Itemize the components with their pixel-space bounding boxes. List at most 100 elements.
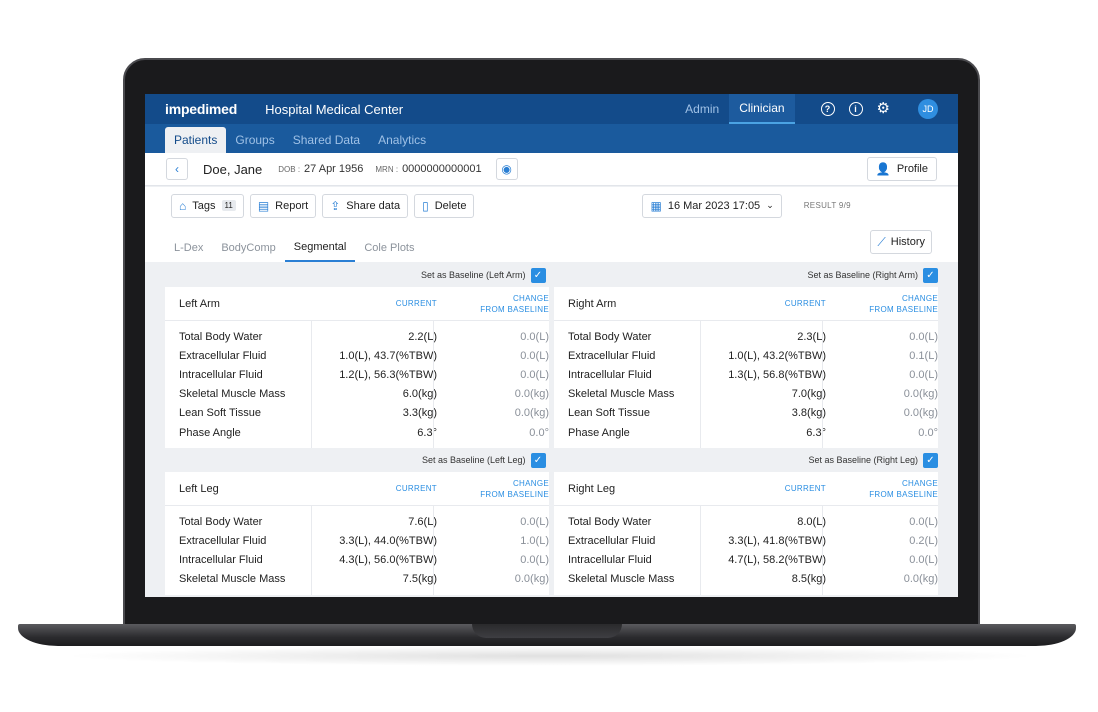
change-header-line2: FROM BASELINE: [480, 304, 549, 314]
tab-bodycomp[interactable]: BodyComp: [212, 234, 284, 262]
panel-title: Left Leg: [179, 482, 219, 495]
history-button[interactable]: ⟋ History: [870, 230, 932, 254]
measurement-row: Intracellular Fluid 4.3(L), 56.0(%TBW) 0.0…: [165, 551, 549, 570]
user-icon: 👤: [875, 162, 891, 176]
tab-cole-plots[interactable]: Cole Plots: [355, 234, 423, 262]
measurement-label: Extracellular Fluid: [179, 534, 267, 547]
measurement-label: Skeletal Muscle Mass: [568, 573, 675, 586]
measurement-change: 0.0(kg): [903, 573, 938, 586]
measurement-row: Lean Soft Tissue 3.3(kg) 0.0(kg): [165, 404, 549, 423]
panel-header: Left Arm CURRENT CHANGE FROM BASELINE: [165, 287, 549, 321]
panel-title: Left Arm: [179, 297, 220, 310]
change-header-line2: FROM BASELINE: [869, 489, 938, 499]
panel-title: Right Leg: [568, 482, 616, 495]
baseline-left-leg-checkbox[interactable]: ✓: [530, 452, 546, 468]
date-selector[interactable]: ▦ 16 Mar 2023 17:05 ⌄: [642, 193, 782, 218]
change-column-header: CHANGE FROM BASELINE: [826, 478, 938, 500]
segmental-grid: Set as Baseline (Left Arm) ✓ Set as Base…: [165, 263, 938, 595]
toggle-visibility-button[interactable]: ◉: [495, 158, 518, 180]
share-label: Share data: [346, 199, 401, 212]
delete-label: Delete: [434, 199, 467, 212]
measurement-change: 0.2(L): [909, 534, 938, 547]
tab-patients[interactable]: Patients: [165, 127, 227, 153]
measurement-label: Intracellular Fluid: [568, 554, 652, 567]
change-header-line1: CHANGE: [901, 478, 938, 488]
measurement-label: Skeletal Muscle Mass: [568, 388, 675, 401]
measurement-current: 7.0(kg): [791, 388, 826, 401]
chevron-down-icon: ⌄: [766, 200, 774, 210]
measurement-row: Intracellular Fluid 1.2(L), 56.3(%TBW) 0.0…: [165, 365, 549, 384]
measurement-label: Intracellular Fluid: [179, 554, 263, 567]
panel-title: Right Arm: [568, 297, 617, 310]
delete-button[interactable]: ▯ Delete: [414, 193, 475, 218]
report-button[interactable]: ▤ Report: [249, 193, 317, 218]
measurement-current: 7.5(kg): [402, 573, 437, 586]
current-column-header: CURRENT: [395, 484, 437, 494]
measurement-current: 1.2(L), 56.3(%TBW): [339, 368, 437, 381]
profile-button[interactable]: 👤 Profile: [866, 157, 937, 181]
leg-panels: Left Leg CURRENT CHANGE FROM BASELINE Total …: [165, 472, 938, 595]
tab-shared-data[interactable]: Shared Data: [284, 127, 369, 153]
column-divider: [700, 321, 701, 449]
measurement-current: 6.0(kg): [402, 388, 437, 401]
info-icon[interactable]: i: [848, 102, 863, 116]
baseline-left-arm-checkbox[interactable]: ✓: [530, 267, 546, 283]
change-header-line2: FROM BASELINE: [869, 304, 938, 314]
column-divider: [433, 321, 434, 449]
measurement-row: Phase Angle 6.3° 0.0°: [165, 423, 549, 442]
role-admin[interactable]: Admin: [675, 94, 729, 124]
leg-baseline-row: Set as Baseline (Left Leg) ✓ Set as Base…: [165, 448, 938, 472]
measurement-row: Total Body Water 2.2(L) 0.0(L): [165, 327, 549, 346]
measurement-row: Total Body Water 7.6(L) 0.0(L): [165, 512, 549, 531]
measurement-current: 6.3°: [806, 426, 826, 439]
role-clinician[interactable]: Clinician: [729, 94, 795, 124]
panel-left-arm: Left Arm CURRENT CHANGE FROM BASELINE Total …: [165, 287, 549, 449]
tab-l-dex[interactable]: L-Dex: [165, 234, 212, 262]
measurement-change: 0.0(L): [520, 554, 549, 567]
avatar[interactable]: JD: [918, 99, 938, 119]
measurement-current: 8.5(kg): [791, 573, 826, 586]
measurement-change: 0.0°: [529, 426, 549, 439]
baseline-right-arm-checkbox[interactable]: ✓: [923, 267, 938, 283]
help-icon[interactable]: ?: [820, 102, 835, 116]
measurement-change: 0.0(L): [520, 515, 549, 528]
tab-segmental[interactable]: Segmental: [284, 234, 356, 262]
tags-button[interactable]: ⌂ Tags 11: [171, 193, 244, 218]
column-divider: [822, 506, 823, 595]
panel-left-leg: Left Leg CURRENT CHANGE FROM BASELINE Total …: [165, 472, 549, 595]
change-header-line1: CHANGE: [512, 478, 549, 488]
measurement-label: Phase Angle: [568, 426, 630, 439]
current-column-header: CURRENT: [784, 484, 826, 494]
measurement-current: 3.3(kg): [402, 407, 437, 420]
measurement-label: Lean Soft Tissue: [568, 407, 650, 420]
measurement-current: 4.3(L), 56.0(%TBW): [339, 554, 437, 567]
history-label: History: [890, 236, 925, 248]
measurement-row: Skeletal Muscle Mass 7.5(kg) 0.0(kg): [165, 570, 549, 589]
gear-icon[interactable]: ⚙: [877, 101, 890, 116]
measurement-row: Skeletal Muscle Mass 8.5(kg) 0.0(kg): [554, 570, 938, 589]
baseline-left-leg: Set as Baseline (Left Leg) ✓: [165, 448, 552, 472]
panel-body: Total Body Water 2.2(L) 0.0(L) Extracellula…: [165, 321, 549, 449]
baseline-right-leg-label: Set as Baseline (Right Leg): [808, 455, 918, 466]
panel-body: Total Body Water 8.0(L) 0.0(L) Extracellula…: [554, 506, 938, 595]
change-column-header: CHANGE FROM BASELINE: [437, 293, 549, 315]
tab-analytics[interactable]: Analytics: [369, 127, 435, 153]
measurement-label: Extracellular Fluid: [568, 534, 656, 547]
share-data-button[interactable]: ⇪ Share data: [322, 193, 409, 218]
baseline-right-leg-checkbox[interactable]: ✓: [923, 452, 938, 468]
panel-header: Right Leg CURRENT CHANGE FROM BASELINE: [554, 472, 938, 507]
measurement-row: Phase Angle 6.3° 0.0°: [554, 423, 938, 442]
date-value: 16 Mar 2023 17:05: [667, 199, 761, 212]
measurement-current: 6.3°: [417, 426, 437, 439]
back-button[interactable]: ‹: [166, 158, 188, 180]
change-header-line1: CHANGE: [512, 293, 549, 303]
measurement-row: Extracellular Fluid 1.0(L), 43.2(%TBW) 0.1…: [554, 346, 938, 365]
measurement-label: Skeletal Muscle Mass: [179, 388, 286, 401]
measurement-label: Intracellular Fluid: [568, 368, 652, 381]
tab-groups[interactable]: Groups: [226, 127, 283, 153]
measurement-label: Total Body Water: [179, 515, 263, 528]
measurement-current: 3.8(kg): [791, 407, 826, 420]
arm-baseline-row: Set as Baseline (Left Arm) ✓ Set as Base…: [165, 263, 938, 287]
measurement-change: 0.1(L): [909, 349, 938, 362]
baseline-left-arm: Set as Baseline (Left Arm) ✓: [165, 263, 552, 287]
